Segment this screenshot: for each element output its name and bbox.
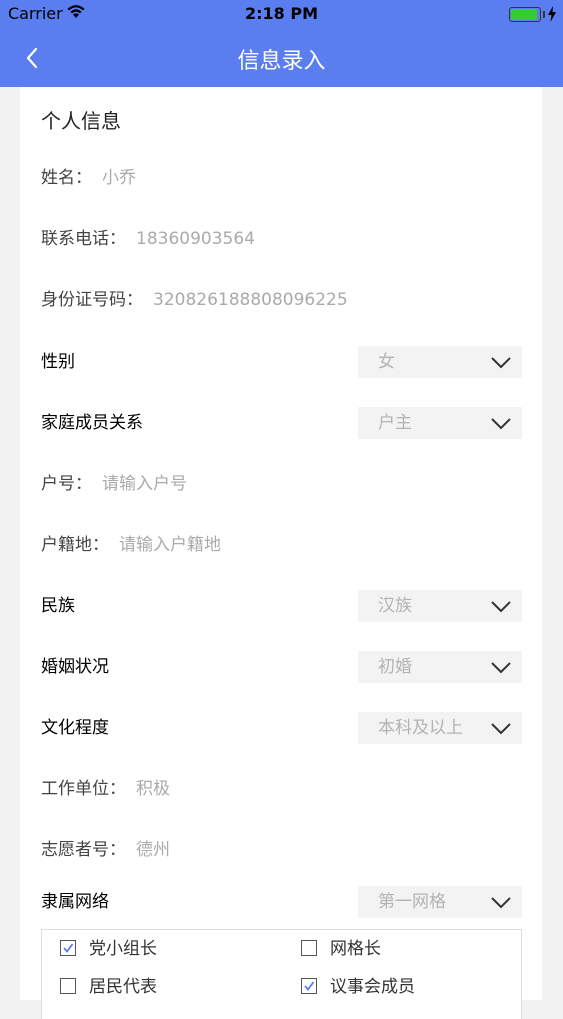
checkbox-label: 议事会成员 bbox=[330, 977, 415, 997]
chevron-down-icon bbox=[491, 357, 511, 369]
form-card: 个人信息 姓名： 小乔 联系电话： 18360903564 身份证号码： 320826… bbox=[20, 87, 542, 1019]
household-number-input[interactable]: 请输入户号 bbox=[102, 474, 187, 494]
checkbox-label: 网格长 bbox=[330, 939, 381, 959]
battery-cap bbox=[543, 11, 545, 18]
ethnicity-select[interactable]: 汉族 bbox=[358, 590, 522, 622]
family-relation-select-value: 户主 bbox=[378, 413, 412, 433]
bolt-icon bbox=[548, 6, 556, 22]
id-number-field[interactable]: 身份证号码： 320826188808096225 bbox=[41, 284, 348, 316]
id-number-input[interactable]: 320826188808096225 bbox=[153, 290, 348, 310]
education-select-value: 本科及以上 bbox=[378, 718, 463, 738]
checkbox-unchecked[interactable] bbox=[60, 978, 76, 994]
id-number-label: 身份证号码： bbox=[41, 290, 143, 310]
employer-label: 工作单位： bbox=[41, 779, 126, 799]
gender-select-value: 女 bbox=[378, 352, 395, 372]
grid-affiliation-select-value: 第一网格 bbox=[378, 892, 446, 912]
education-select[interactable]: 本科及以上 bbox=[358, 712, 522, 744]
section-title: 个人信息 bbox=[41, 109, 121, 133]
name-field[interactable]: 姓名： 小乔 bbox=[41, 162, 136, 194]
chevron-down-icon bbox=[491, 601, 511, 613]
household-number-label: 户号： bbox=[41, 474, 92, 494]
ethnicity-label: 民族 bbox=[41, 596, 75, 616]
education-label: 文化程度 bbox=[41, 718, 109, 738]
role-checkbox-panel: 党小组长 网格长 居民代表 议事会成员 bbox=[41, 929, 522, 1019]
registered-residence-input[interactable]: 请输入户籍地 bbox=[119, 535, 221, 555]
chevron-down-icon bbox=[491, 418, 511, 430]
chevron-down-icon bbox=[491, 897, 511, 909]
marital-status-label: 婚姻状况 bbox=[41, 657, 109, 677]
volunteer-number-input[interactable]: 德州 bbox=[136, 840, 170, 860]
checkbox-checked[interactable] bbox=[60, 940, 76, 956]
registered-residence-label: 户籍地： bbox=[41, 535, 109, 555]
name-label: 姓名： bbox=[41, 168, 92, 188]
battery-level bbox=[511, 9, 537, 20]
chevron-down-icon bbox=[491, 723, 511, 735]
page-title: 信息录入 bbox=[237, 49, 326, 74]
ethnicity-select-value: 汉族 bbox=[378, 596, 412, 616]
nav-bar: 信息录入 bbox=[0, 29, 563, 87]
phone-field[interactable]: 联系电话： 18360903564 bbox=[41, 223, 255, 255]
checkbox-checked[interactable] bbox=[301, 978, 317, 994]
status-bar: Carrier 2:18 PM bbox=[0, 0, 563, 29]
household-number-field[interactable]: 户号： 请输入户号 bbox=[41, 468, 187, 500]
employer-field[interactable]: 工作单位： 积极 bbox=[41, 773, 170, 805]
family-relation-label: 家庭成员关系 bbox=[41, 413, 143, 433]
volunteer-number-field[interactable]: 志愿者号： 德州 bbox=[41, 834, 170, 866]
checkbox-unchecked[interactable] bbox=[301, 940, 317, 956]
checkbox-label: 党小组长 bbox=[89, 939, 157, 959]
volunteer-number-label: 志愿者号： bbox=[41, 840, 126, 860]
phone-input[interactable]: 18360903564 bbox=[136, 229, 255, 249]
battery-icon bbox=[509, 7, 541, 22]
gender-select[interactable]: 女 bbox=[358, 346, 522, 378]
family-relation-select[interactable]: 户主 bbox=[358, 407, 522, 439]
marital-status-select-value: 初婚 bbox=[378, 657, 412, 677]
grid-affiliation-label: 隶属网络 bbox=[41, 892, 109, 912]
gender-label: 性别 bbox=[41, 352, 75, 372]
registered-residence-field[interactable]: 户籍地： 请输入户籍地 bbox=[41, 529, 221, 561]
checkbox-label: 居民代表 bbox=[89, 977, 157, 997]
employer-input[interactable]: 积极 bbox=[136, 779, 170, 799]
clock-time: 2:18 PM bbox=[244, 4, 318, 23]
grid-affiliation-select[interactable]: 第一网格 bbox=[358, 886, 522, 918]
marital-status-select[interactable]: 初婚 bbox=[358, 651, 522, 683]
phone-label: 联系电话： bbox=[41, 229, 126, 249]
name-input[interactable]: 小乔 bbox=[102, 168, 136, 188]
chevron-down-icon bbox=[491, 662, 511, 674]
